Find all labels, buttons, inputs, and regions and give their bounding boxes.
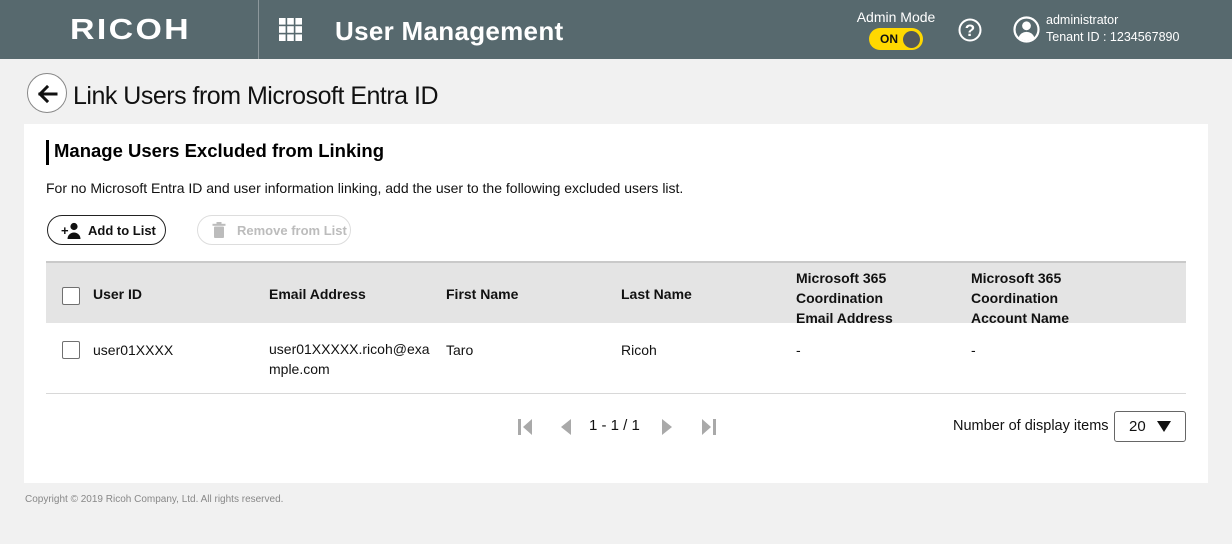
svg-text:+: + (61, 223, 69, 238)
svg-text:?: ? (965, 21, 975, 40)
